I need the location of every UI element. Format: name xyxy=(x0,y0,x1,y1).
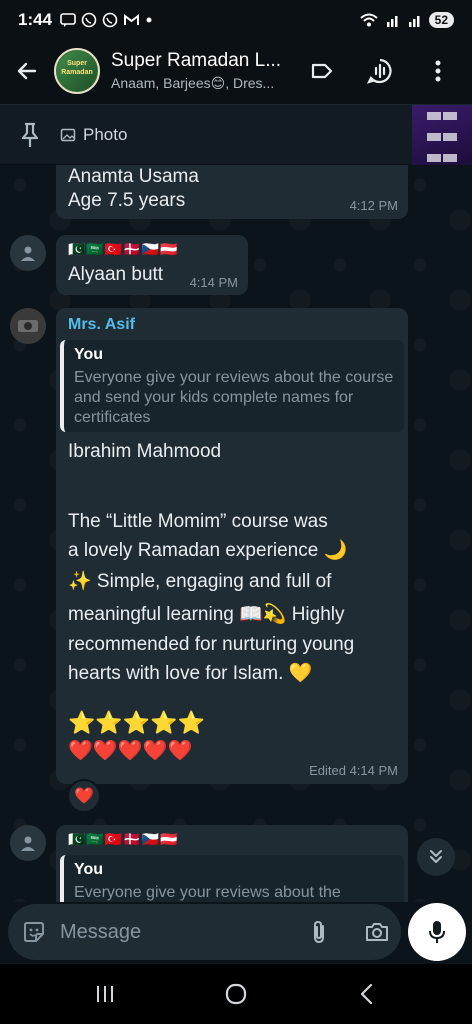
message-text: Age 7.5 years xyxy=(68,190,186,211)
profile-photo-icon xyxy=(10,308,46,344)
whatsapp-icon xyxy=(81,12,97,28)
system-status: 52 xyxy=(359,12,454,28)
message-time: Edited 4:14 PM xyxy=(309,763,398,778)
wifi-icon xyxy=(359,13,378,27)
sender-avatar[interactable] xyxy=(10,825,46,861)
quote-text: Everyone give your reviews about the cou… xyxy=(74,369,394,426)
group-title: Super Ramadan L... xyxy=(111,50,282,71)
sticker-icon xyxy=(24,922,44,942)
header-actions xyxy=(302,51,472,91)
home-icon xyxy=(225,983,247,1005)
sender-avatar[interactable] xyxy=(10,235,46,271)
voice-chat-button[interactable] xyxy=(360,51,400,91)
label-icon xyxy=(311,63,333,79)
sender-flags: 🇵🇰🇸🇦🇹🇷🇩🇰🇨🇿🇦🇹 xyxy=(68,831,179,847)
camera-icon xyxy=(366,923,388,941)
message-time: 4:14 PM xyxy=(189,275,238,290)
attach-button[interactable] xyxy=(298,911,340,953)
more-options-button[interactable] xyxy=(418,51,458,91)
camera-button[interactable] xyxy=(356,911,398,953)
message-input-container xyxy=(8,904,401,960)
person-icon xyxy=(21,836,35,851)
pinned-label: Photo xyxy=(83,124,128,144)
person-icon xyxy=(21,246,35,261)
photo-icon xyxy=(60,128,76,141)
system-nav-bar xyxy=(0,964,472,1024)
whatsapp-icon xyxy=(102,12,118,28)
recents-icon xyxy=(97,986,114,1002)
notification-dot-icon xyxy=(146,17,152,23)
recent-apps-button[interactable] xyxy=(75,969,135,1019)
sms-icon xyxy=(60,13,76,27)
scroll-to-bottom-button[interactable] xyxy=(417,838,455,876)
emoji-button[interactable] xyxy=(8,919,60,945)
voice-chat-icon xyxy=(366,58,392,84)
compose-bar xyxy=(0,902,472,964)
quote-author: You xyxy=(74,861,104,878)
back-nav-button[interactable] xyxy=(337,969,397,1019)
message-bubble[interactable]: 🇵🇰🇸🇦🇹🇷🇩🇰🇨🇿🇦🇹 Alyaan butt 4:14 PM xyxy=(56,235,248,295)
message-text: a lovely Ramadan experience 🌙 xyxy=(68,540,348,561)
pinned-message-bar[interactable]: Photo xyxy=(0,104,472,165)
quoted-message[interactable]: You Everyone give your reviews about the xyxy=(60,855,404,902)
message-bubble[interactable]: Anamta Usama Age 7.5 years 4:12 PM xyxy=(56,165,408,219)
back-button[interactable] xyxy=(0,40,54,102)
signal-icon xyxy=(408,16,420,27)
voice-message-button[interactable] xyxy=(408,903,466,961)
message-text: Alyaan butt xyxy=(68,264,164,285)
more-vert-icon xyxy=(435,60,441,82)
pin-icon xyxy=(0,121,60,149)
arrow-left-icon xyxy=(17,62,37,80)
message-text: The “Little Momim” course was xyxy=(68,511,328,532)
message-stars: ⭐⭐⭐⭐⭐ xyxy=(68,710,205,735)
message-reaction[interactable]: ❤️ xyxy=(67,779,101,813)
message-hearts: ❤️❤️❤️❤️❤️ xyxy=(68,740,193,762)
double-chevron-down-icon xyxy=(430,850,442,863)
gmail-icon xyxy=(124,13,140,25)
notification-icons xyxy=(60,12,153,28)
sender-avatar[interactable] xyxy=(10,308,46,344)
group-avatar[interactable]: Super Ramadan xyxy=(54,48,100,94)
message-input[interactable] xyxy=(60,920,280,944)
quoted-message[interactable]: You Everyone give your reviews about the… xyxy=(60,340,404,432)
microphone-icon xyxy=(429,921,445,943)
group-avatar-text: Super Ramadan xyxy=(57,51,97,91)
chat-header: Super Ramadan Super Ramadan L... Anaam, … xyxy=(0,40,472,102)
pinned-content: Photo xyxy=(60,125,127,145)
group-members: Anaam, Barjees😊, Dres... xyxy=(111,75,275,91)
sender-flags: 🇵🇰🇸🇦🇹🇷🇩🇰🇨🇿🇦🇹 xyxy=(68,241,179,257)
quote-author: You xyxy=(74,346,104,363)
message-text: recommended for nurturing young xyxy=(68,634,355,655)
message-bubble[interactable]: 🇵🇰🇸🇦🇹🇷🇩🇰🇨🇿🇦🇹 You Everyone give your revi… xyxy=(56,825,408,902)
status-time: 1:44 xyxy=(18,10,53,29)
home-button[interactable] xyxy=(206,969,266,1019)
message-text: Ibrahim Mahmood xyxy=(68,441,222,462)
pinned-thumbnail[interactable] xyxy=(412,105,472,165)
group-info[interactable]: Super Ramadan L... Anaam, Barjees😊, Dres… xyxy=(111,50,297,92)
message-text: ✨ Simple, engaging and full of xyxy=(68,571,332,592)
message-text: hearts with love for Islam. 💛 xyxy=(68,663,313,684)
signal-icon xyxy=(386,16,398,27)
chevron-left-icon xyxy=(360,983,372,1005)
chat-area[interactable]: Anamta Usama Age 7.5 years 4:12 PM 🇵🇰🇸🇦🇹… xyxy=(0,165,472,902)
status-bar: 1:44 52 xyxy=(0,0,472,40)
sender-name[interactable]: Mrs. Asif xyxy=(68,316,135,334)
label-button[interactable] xyxy=(302,51,342,91)
paperclip-icon xyxy=(314,920,324,944)
message-text: meaningful learning 📖💫 Highly xyxy=(68,604,345,625)
message-bubble[interactable]: Mrs. Asif You Everyone give your reviews… xyxy=(56,308,408,784)
message-time: 4:12 PM xyxy=(349,198,398,213)
battery-level: 52 xyxy=(428,12,454,28)
quote-text: Everyone give your reviews about the xyxy=(74,884,341,901)
